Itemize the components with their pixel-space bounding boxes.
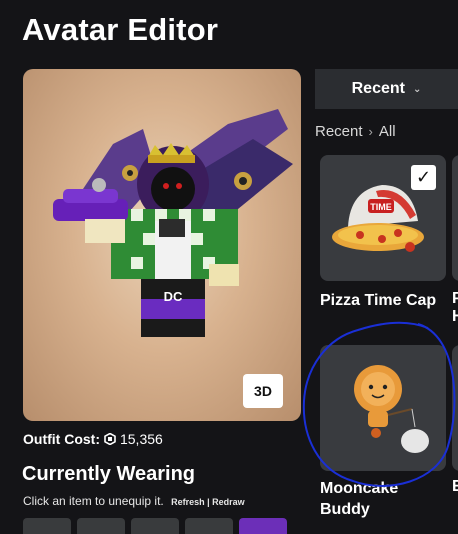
category-dropdown-label: Recent [351,80,405,97]
breadcrumb-all[interactable]: All [379,123,396,140]
outfit-cost: Outfit Cost: 15,356 [23,431,163,447]
item-card-partial[interactable] [452,345,458,471]
worn-item-thumb[interactable] [131,518,179,534]
refresh-link[interactable]: Refresh [171,497,205,507]
item-name-pizza-time-cap[interactable]: Pizza Time Cap [320,290,436,311]
svg-text:TIME: TIME [370,202,392,212]
unequip-hint: Click an item to unequip it. Refresh | R… [23,494,245,508]
worn-item-thumb[interactable] [77,518,125,534]
outfit-cost-label: Outfit Cost: [23,431,100,447]
redraw-link[interactable]: Redraw [212,497,245,507]
partial-item-name: E [452,478,458,495]
selected-check-icon[interactable]: ✓ [411,165,436,190]
worn-item-thumb[interactable] [239,518,287,534]
worn-items-row [23,518,287,534]
worn-item-thumb[interactable] [23,518,71,534]
breadcrumb-recent[interactable]: Recent [315,123,363,140]
item-card-partial[interactable] [452,155,458,281]
chevron-down-icon: ⌄ [412,83,422,95]
avatar-figure: DC [53,109,293,337]
chevron-right-icon: › [368,124,373,139]
item-name-mooncake-buddy[interactable]: Mooncake Buddy [320,478,430,520]
robux-icon [104,433,116,445]
category-dropdown[interactable]: Recent ⌄ [315,69,458,109]
outfit-cost-value: 15,356 [119,431,163,447]
mooncake-buddy-image [354,365,429,453]
avatar-preview[interactable]: DC [23,69,301,421]
view-3d-button[interactable]: 3D [243,374,283,408]
worn-item-thumb[interactable] [185,518,233,534]
partial-item-name: P H [452,290,458,325]
item-card-mooncake-buddy[interactable] [320,345,446,471]
unequip-hint-text: Click an item to unequip it. [23,494,164,508]
breadcrumb: Recent › All [315,123,396,140]
currently-wearing-heading: Currently Wearing [22,463,195,485]
link-separator: | [207,497,210,507]
page-title: Avatar Editor [22,12,219,47]
svg-text:DC: DC [164,289,183,304]
